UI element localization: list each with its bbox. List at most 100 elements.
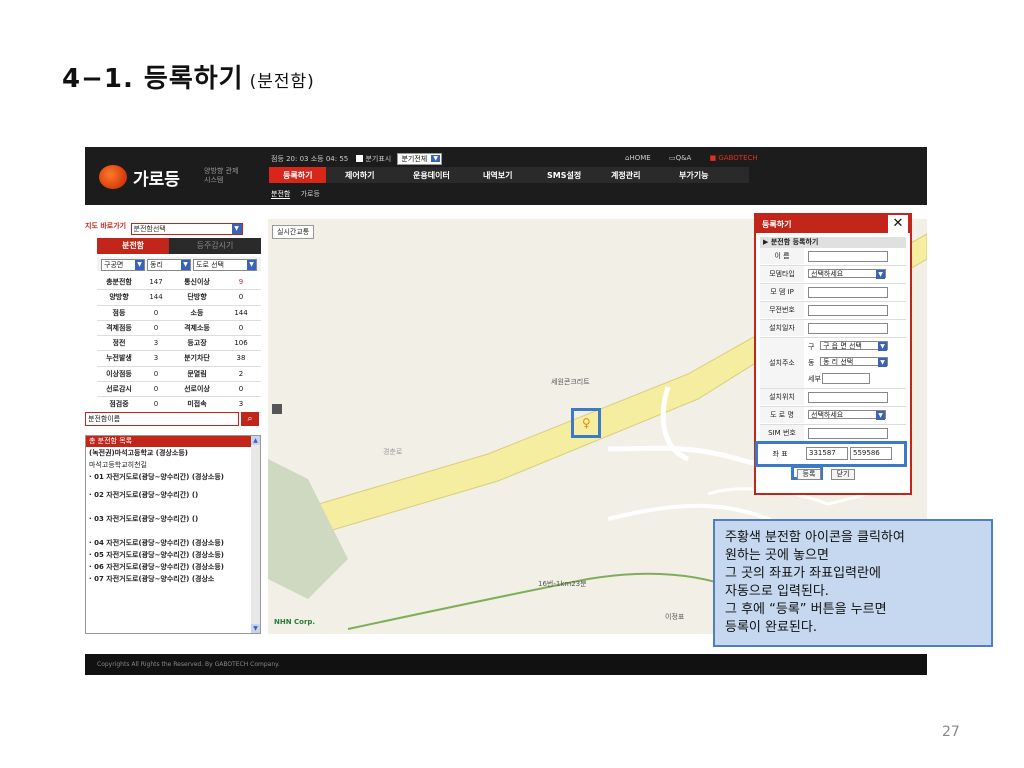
status-value[interactable]: 9 <box>223 275 259 289</box>
status-value[interactable]: 0 <box>141 382 171 396</box>
search-select[interactable]: 분전함이름 <box>85 412 239 426</box>
branch-select[interactable]: 분기전체 ▼ <box>397 153 443 165</box>
menu-history[interactable]: 내역보기 <box>483 170 512 181</box>
status-value[interactable]: 38 <box>223 351 259 365</box>
gabotech-link[interactable]: ■ GABOTECH <box>710 154 766 162</box>
qna-link[interactable]: ▭Q&A <box>669 154 699 162</box>
install-date-input[interactable] <box>808 323 888 334</box>
menu-control[interactable]: 제어하기 <box>345 170 374 181</box>
callout-line: 주황색 분전함 아이콘을 클릭하여 <box>725 530 905 545</box>
menu-account[interactable]: 계정관리 <box>611 170 640 181</box>
status-value[interactable]: 147 <box>141 275 171 289</box>
address-town: 동 동 리 선택 ▼ <box>808 357 890 369</box>
field-label: 설치일자 <box>760 320 804 336</box>
register-button[interactable]: 등록 <box>797 469 821 480</box>
status-value[interactable]: 144 <box>223 306 259 320</box>
scroll-down-icon[interactable]: ▼ <box>251 624 260 633</box>
status-value[interactable]: 0 <box>223 321 259 335</box>
search-icon[interactable]: ⌕ <box>241 412 259 426</box>
close-icon[interactable]: ✕ <box>888 215 908 233</box>
list-item[interactable]: · 06 자전거도로(광당~양수리간) (경상소등) <box>86 561 247 573</box>
submenu-panel[interactable]: 분전함 <box>271 190 291 199</box>
radio-number-input[interactable] <box>808 305 888 316</box>
status-value[interactable]: 3 <box>223 397 259 411</box>
close-button[interactable]: 닫기 <box>831 469 855 480</box>
filters: 구공면 ▼ 동리 ▼ 도로 선택 ▼ <box>97 257 261 271</box>
menu-extra[interactable]: 부가기능 <box>679 170 708 181</box>
status-value[interactable]: 0 <box>223 382 259 396</box>
list-item[interactable]: 마석고등학교히천길 <box>86 459 247 471</box>
status-value[interactable]: 106 <box>223 336 259 350</box>
traffic-button[interactable]: 실시간교통 <box>272 225 315 239</box>
status-row: 양방향 144 단방향 0 <box>97 290 261 306</box>
tab-pole-monitor[interactable]: 등주감시기 <box>169 238 261 254</box>
filter-town[interactable]: 동리 ▼ <box>147 259 191 271</box>
menu-operation-data[interactable]: 운용데이터 <box>413 170 450 181</box>
modem-type-select[interactable]: 선택하세요 ▼ <box>808 269 886 279</box>
popup-buttons: 등록 닫기 <box>755 465 901 483</box>
list-item[interactable]: · 05 자전거도로(광당~양수리간) (경상소등) <box>86 549 247 561</box>
top-links: ⌂HOME ▭Q&A ■ GABOTECH <box>625 154 774 162</box>
branch-checkbox[interactable] <box>356 155 364 162</box>
status-label: 양방향 <box>109 293 129 302</box>
town-select[interactable]: 동 리 선택 ▼ <box>820 357 888 367</box>
list-item[interactable]: · 02 자전거도로(광당~양수리간) () <box>86 489 247 501</box>
install-location-input[interactable] <box>808 392 888 403</box>
status-value[interactable]: 144 <box>141 290 171 304</box>
status-value[interactable]: 0 <box>141 397 171 411</box>
home-link[interactable]: ⌂HOME <box>625 154 659 162</box>
branch-checkbox-label: 분기표시 <box>365 155 392 163</box>
field-label: 모뎀타입 <box>760 266 804 282</box>
status-value[interactable]: 0 <box>223 290 259 304</box>
panel-marker-highlight: ♀ <box>571 408 601 438</box>
list-item[interactable]: (녹전권)마석고등학교 (경상소등) <box>86 447 247 459</box>
status-value[interactable]: 0 <box>141 321 171 335</box>
panel-list-title: 총 분전함 목록 <box>86 436 260 447</box>
scroll-up-icon[interactable]: ▲ <box>251 436 260 445</box>
slide-subtitle: (분전함) <box>249 72 315 92</box>
submenu-streetlight[interactable]: 가로등 <box>301 190 320 198</box>
status-value[interactable]: 2 <box>223 367 259 381</box>
status-value[interactable]: 3 <box>141 351 171 365</box>
sim-number-input[interactable] <box>808 428 888 439</box>
map-jump-select[interactable]: 분전함선택 ▼ <box>130 223 243 235</box>
coordinate-y-input[interactable]: 559586 <box>850 447 892 460</box>
field-row: 설치일자 <box>760 320 906 338</box>
status-row: 격제점등 0 격제소등 0 <box>97 321 261 337</box>
status-row: 선로감시 0 선로이상 0 <box>97 382 261 398</box>
map-jump: 지도 바로가기 분전함선택 ▼ <box>85 221 243 235</box>
status-label: 이상점등 <box>106 369 132 378</box>
panel-tabs: 분전함 등주감시기 <box>97 238 261 254</box>
list-item[interactable]: · 07 자전거도로(광당~양수리간) (경상소 <box>86 573 247 585</box>
modem-ip-input[interactable] <box>808 287 888 298</box>
field-row: 모뎀타입 선택하세요 ▼ <box>760 266 906 284</box>
status-label: 정전 <box>112 339 126 348</box>
status-value[interactable]: 0 <box>141 367 171 381</box>
gabotech-link-label: GABOTECH <box>718 154 758 162</box>
map-marker-icon[interactable] <box>272 404 282 414</box>
callout-line: 등록이 완료된다. <box>725 620 817 635</box>
name-input[interactable] <box>808 251 888 262</box>
list-item[interactable]: · 04 자전거도로(광당~양수리간) (경상소등) <box>86 537 247 549</box>
filter-road[interactable]: 도로 선택 ▼ <box>193 259 257 271</box>
list-item[interactable]: · 01 자전거도로(광당~양수리간) (경상소등) <box>86 471 247 483</box>
status-row: 정전 3 등고장 106 <box>97 336 261 352</box>
filter-district[interactable]: 구공면 ▼ <box>101 259 145 271</box>
district-select[interactable]: 구 읍 면 선택 ▼ <box>820 341 888 351</box>
home-link-label: HOME <box>629 154 651 162</box>
coordinate-x-input[interactable]: 331587 <box>806 447 848 460</box>
status-value[interactable]: 3 <box>141 336 171 350</box>
list-scrollbar[interactable]: ▲ ▼ <box>251 436 260 633</box>
road-name-select[interactable]: 선택하세요 ▼ <box>808 410 886 420</box>
map-label: 경춘로 <box>383 448 403 456</box>
panel-marker-icon[interactable]: ♀ <box>582 417 592 429</box>
menu-sms[interactable]: SMS설정 <box>547 170 581 181</box>
status-value[interactable]: 0 <box>141 306 171 320</box>
logo[interactable]: 가로등 양방향 관제시스템 <box>99 161 259 197</box>
status-label: 점검중 <box>109 400 129 409</box>
list-item[interactable]: · 03 자전거도로(광당~양수리간) () <box>86 513 247 525</box>
tab-panel[interactable]: 분전함 <box>97 238 169 254</box>
menu-register[interactable]: 등록하기 <box>269 167 327 183</box>
light-schedule: 점등 20: 03 소등 04: 55 분기표시 분기전체 ▼ <box>271 153 443 165</box>
detail-address-input[interactable] <box>822 373 870 384</box>
